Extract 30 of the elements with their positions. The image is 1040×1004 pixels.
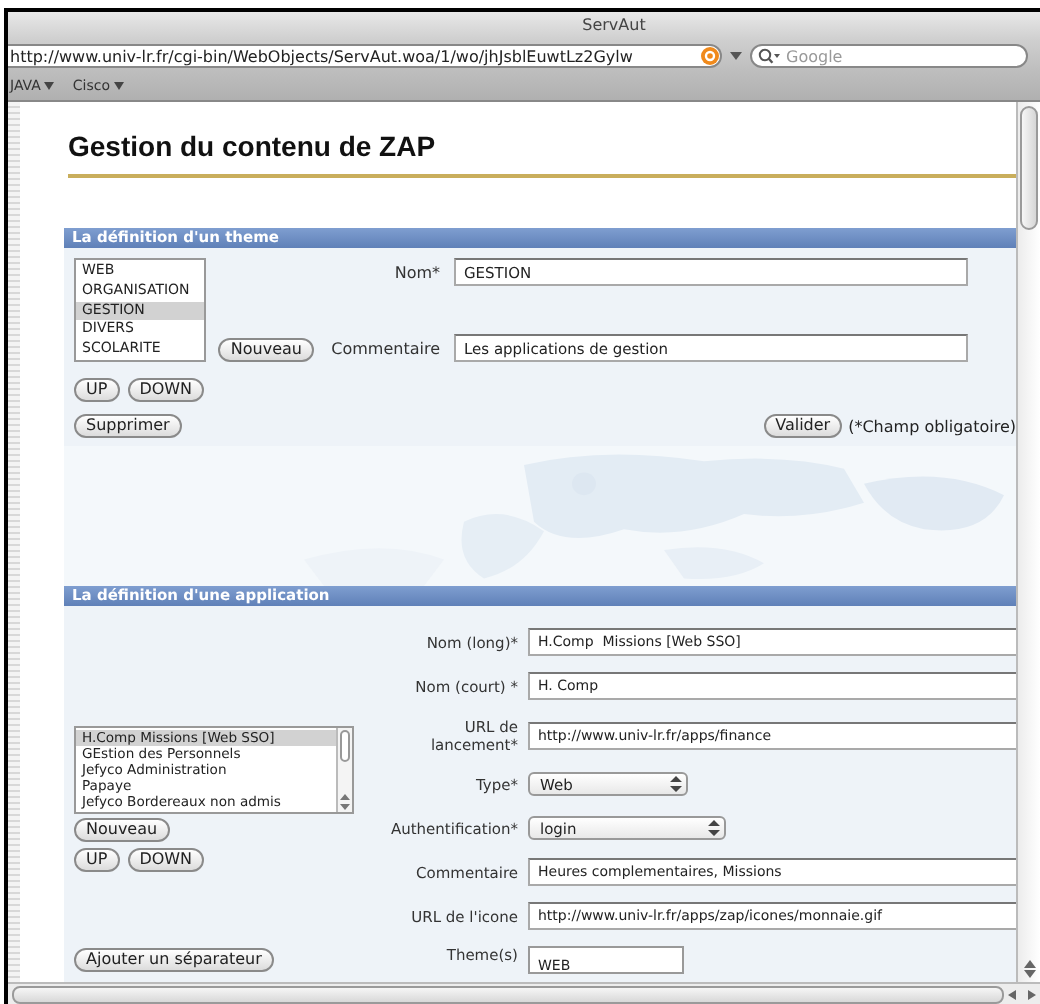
stepper-icon[interactable] — [708, 820, 720, 836]
refresh-icon[interactable] — [700, 46, 720, 66]
field-label: Nom* — [392, 263, 442, 281]
separator-button[interactable]: Ajouter un séparateur — [74, 948, 274, 972]
submit-button[interactable]: Valider — [763, 414, 843, 438]
caret-icon[interactable] — [44, 82, 55, 90]
scrollbar-thumb[interactable] — [1020, 106, 1038, 230]
search-icon[interactable] — [758, 48, 780, 64]
new-button[interactable]: Nouveau — [74, 818, 170, 842]
new-button[interactable]: Nouveau — [218, 338, 314, 362]
vertical-scrollbar[interactable] — [1016, 102, 1040, 982]
up-button[interactable]: UP — [74, 378, 120, 402]
scroll-down-icon[interactable] — [1023, 970, 1035, 978]
address-field[interactable]: http://www.univ-lr.fr/cgi-bin/WebObjects/ServAut.woa/1/wo/jhJsblEuwtLz2Gylw — [8, 44, 722, 68]
horizontal-scrollbar[interactable] — [8, 982, 1040, 1004]
dropdown-icon[interactable] — [730, 51, 742, 61]
window-title: ServAut — [582, 14, 646, 38]
up-button[interactable]: UP — [74, 848, 120, 872]
scroll-arrows-icon[interactable] — [340, 794, 350, 810]
caret-icon[interactable] — [114, 82, 125, 90]
scrollbar-thumb[interactable] — [340, 730, 350, 762]
required-note: (*Champ obligatoire) — [848, 417, 1016, 435]
scroll-arrows-icon[interactable] — [1008, 989, 1036, 999]
delete-button[interactable]: Supprimer — [74, 414, 182, 438]
down-button[interactable]: DOWN — [127, 848, 205, 872]
field-label: Commentaire — [329, 339, 442, 357]
down-button[interactable]: DOWN — [127, 378, 205, 402]
scroll-up-icon[interactable] — [1023, 960, 1035, 968]
stepper-icon[interactable] — [670, 776, 682, 792]
search-field[interactable]: Google — [750, 44, 1028, 68]
